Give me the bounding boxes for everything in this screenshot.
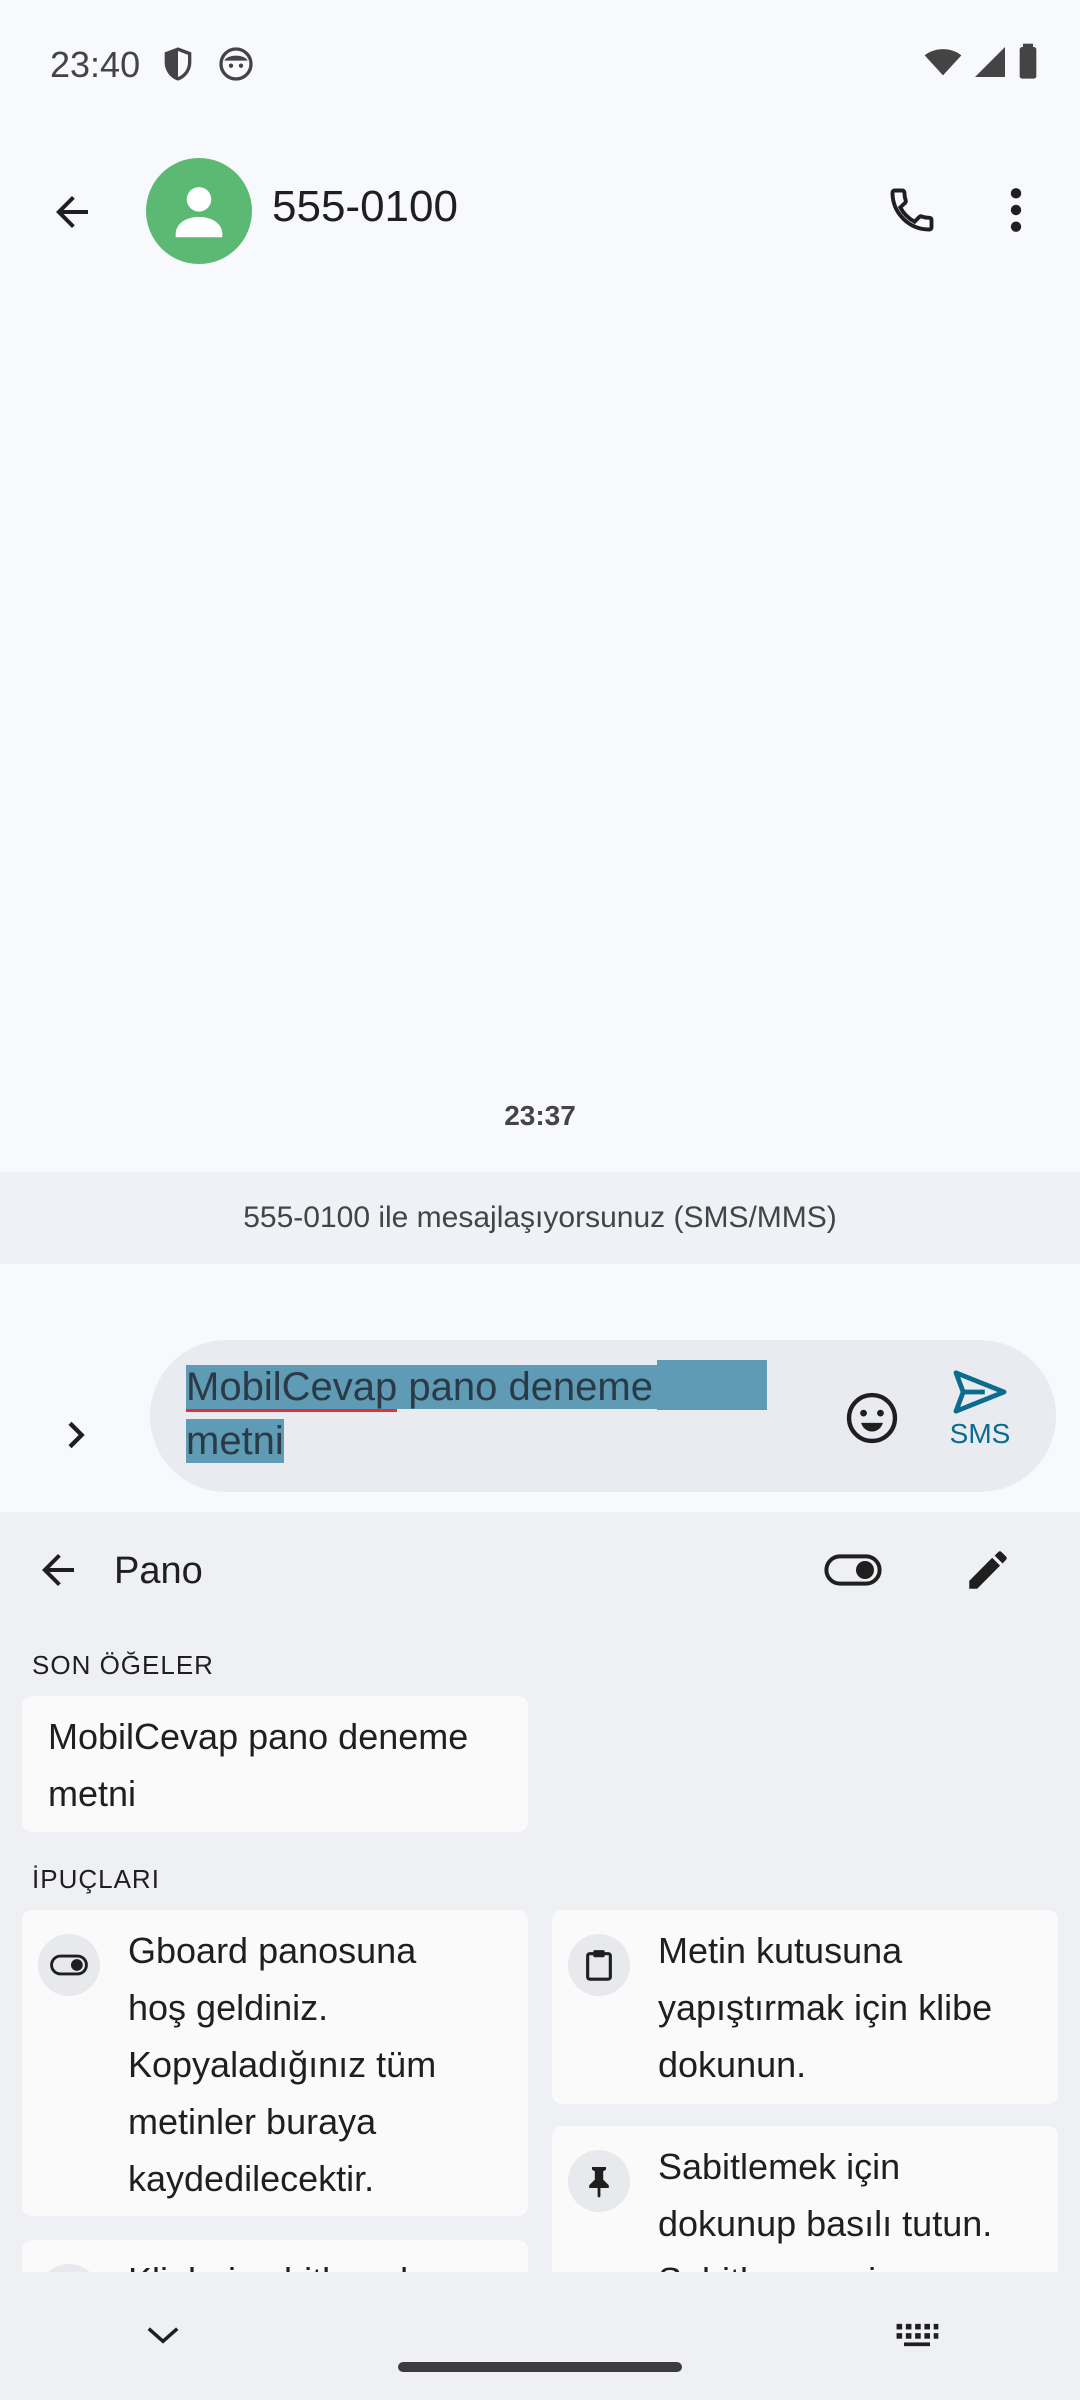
signal-icon	[972, 42, 1008, 87]
tip-card-paste[interactable]: Metin kutusuna yapıştırmak için klibe do…	[552, 1910, 1058, 2104]
tip1-line: Gboard panosuna	[128, 1930, 417, 1971]
recent-clip-item[interactable]: MobilCevap pano deneme metni	[22, 1696, 528, 1832]
chevron-right-icon	[68, 1421, 85, 1449]
more-options-button[interactable]	[986, 174, 1046, 246]
arrow-back-icon	[42, 1554, 74, 1586]
recent-clip-line2: metni	[48, 1773, 137, 1814]
status-bar: 23:40	[0, 0, 1080, 130]
tip1-line: metinler buraya	[128, 2101, 377, 2142]
send-icon	[953, 1370, 1007, 1414]
battery-icon	[1016, 42, 1040, 87]
emoji-button[interactable]	[840, 1386, 904, 1450]
toggle-on-icon	[824, 1554, 882, 1586]
tip1-line: hoş geldiniz.	[128, 1987, 329, 2028]
tip2-line: yapıştırmak için klibe	[658, 1987, 993, 2028]
conversation-header: 555-0100	[0, 150, 1080, 270]
tip3-line: Sabitlemek için	[658, 2146, 901, 2187]
back-button[interactable]	[36, 176, 108, 248]
send-sms-button[interactable]: SMS	[940, 1368, 1020, 1468]
recent-clip-line1: MobilCevap pano deneme	[48, 1716, 469, 1757]
tip-paste-text: Metin kutusuna yapıştırmak için klibe do…	[658, 1922, 992, 2093]
person-icon	[175, 187, 223, 238]
contact-avatar[interactable]	[146, 158, 252, 264]
wifi-icon	[922, 42, 964, 87]
keyboard-icon	[896, 2323, 939, 2347]
clipboard-toolbar: Pano	[0, 1512, 1080, 1622]
tips-label: İPUÇLARI	[32, 1864, 160, 1894]
clipboard-back-button[interactable]	[26, 1538, 90, 1602]
clipboard-title: Pano	[114, 1550, 203, 1592]
tip1-line: Kopyaladığınız tüm	[128, 2044, 437, 2085]
clipboard-panel: Pano SON ÖĞELER MobilCevap pano deneme m…	[0, 1512, 1080, 2400]
tip1-line: kaydedilecektir.	[128, 2158, 375, 2199]
assistant-face-icon	[216, 44, 256, 84]
tip3-line: dokunup basılı tutun.	[658, 2203, 993, 2244]
tip-welcome-text: Gboard panosuna hoş geldiniz. Kopyaladığ…	[128, 1922, 436, 2207]
recent-items-label: SON ÖĞELER	[32, 1650, 214, 1680]
call-button[interactable]	[876, 174, 948, 246]
pin-icon	[568, 2150, 630, 2212]
message-input[interactable]: MobilCevap pano deneme metni	[186, 1360, 806, 1468]
tip2-line: dokunun.	[658, 2044, 807, 2085]
more-vert-icon	[1010, 188, 1022, 232]
home-indicator[interactable]	[398, 2362, 682, 2372]
recent-clip-text: MobilCevap pano deneme metni	[48, 1708, 468, 1822]
clipboard-icon	[568, 1934, 630, 1996]
phone-icon	[890, 188, 934, 232]
switch-keyboard-button[interactable]	[884, 2310, 950, 2360]
hide-keyboard-button[interactable]	[130, 2310, 196, 2360]
selected-text-line2: metni	[186, 1419, 284, 1463]
toggle-tip-icon	[38, 1934, 100, 1996]
selected-text-line1: MobilCevap pano deneme	[186, 1365, 657, 1412]
selection-extension	[657, 1360, 767, 1410]
message-timestamp: 23:37	[504, 1100, 576, 1131]
edit-pencil-icon	[969, 1551, 1007, 1589]
shield-icon	[158, 44, 198, 84]
arrow-back-icon	[56, 196, 88, 228]
expand-attachments-button[interactable]	[40, 1400, 110, 1470]
send-label: SMS	[949, 1418, 1011, 1449]
compose-rest-line1: pano deneme	[408, 1365, 653, 1409]
status-right-icons	[922, 42, 1040, 87]
conversation-info-banner: 555-0100 ile mesajlaşıyorsunuz (SMS/MMS)	[0, 1172, 1080, 1264]
contact-name[interactable]: 555-0100	[272, 182, 458, 232]
tip-card-welcome[interactable]: Gboard panosuna hoş geldiniz. Kopyaladığ…	[22, 1910, 528, 2216]
status-time: 23:40	[50, 44, 141, 85]
chevron-down-icon	[147, 2327, 179, 2344]
compose-box[interactable]: MobilCevap pano deneme metni SMS	[150, 1340, 1056, 1492]
compose-word-mobilcevap: MobilCevap	[186, 1365, 398, 1412]
emoji-icon	[846, 1392, 898, 1444]
tip2-line: Metin kutusuna	[658, 1930, 903, 1971]
clipboard-edit-button[interactable]	[956, 1538, 1020, 1602]
clipboard-toggle-button[interactable]	[816, 1540, 890, 1600]
